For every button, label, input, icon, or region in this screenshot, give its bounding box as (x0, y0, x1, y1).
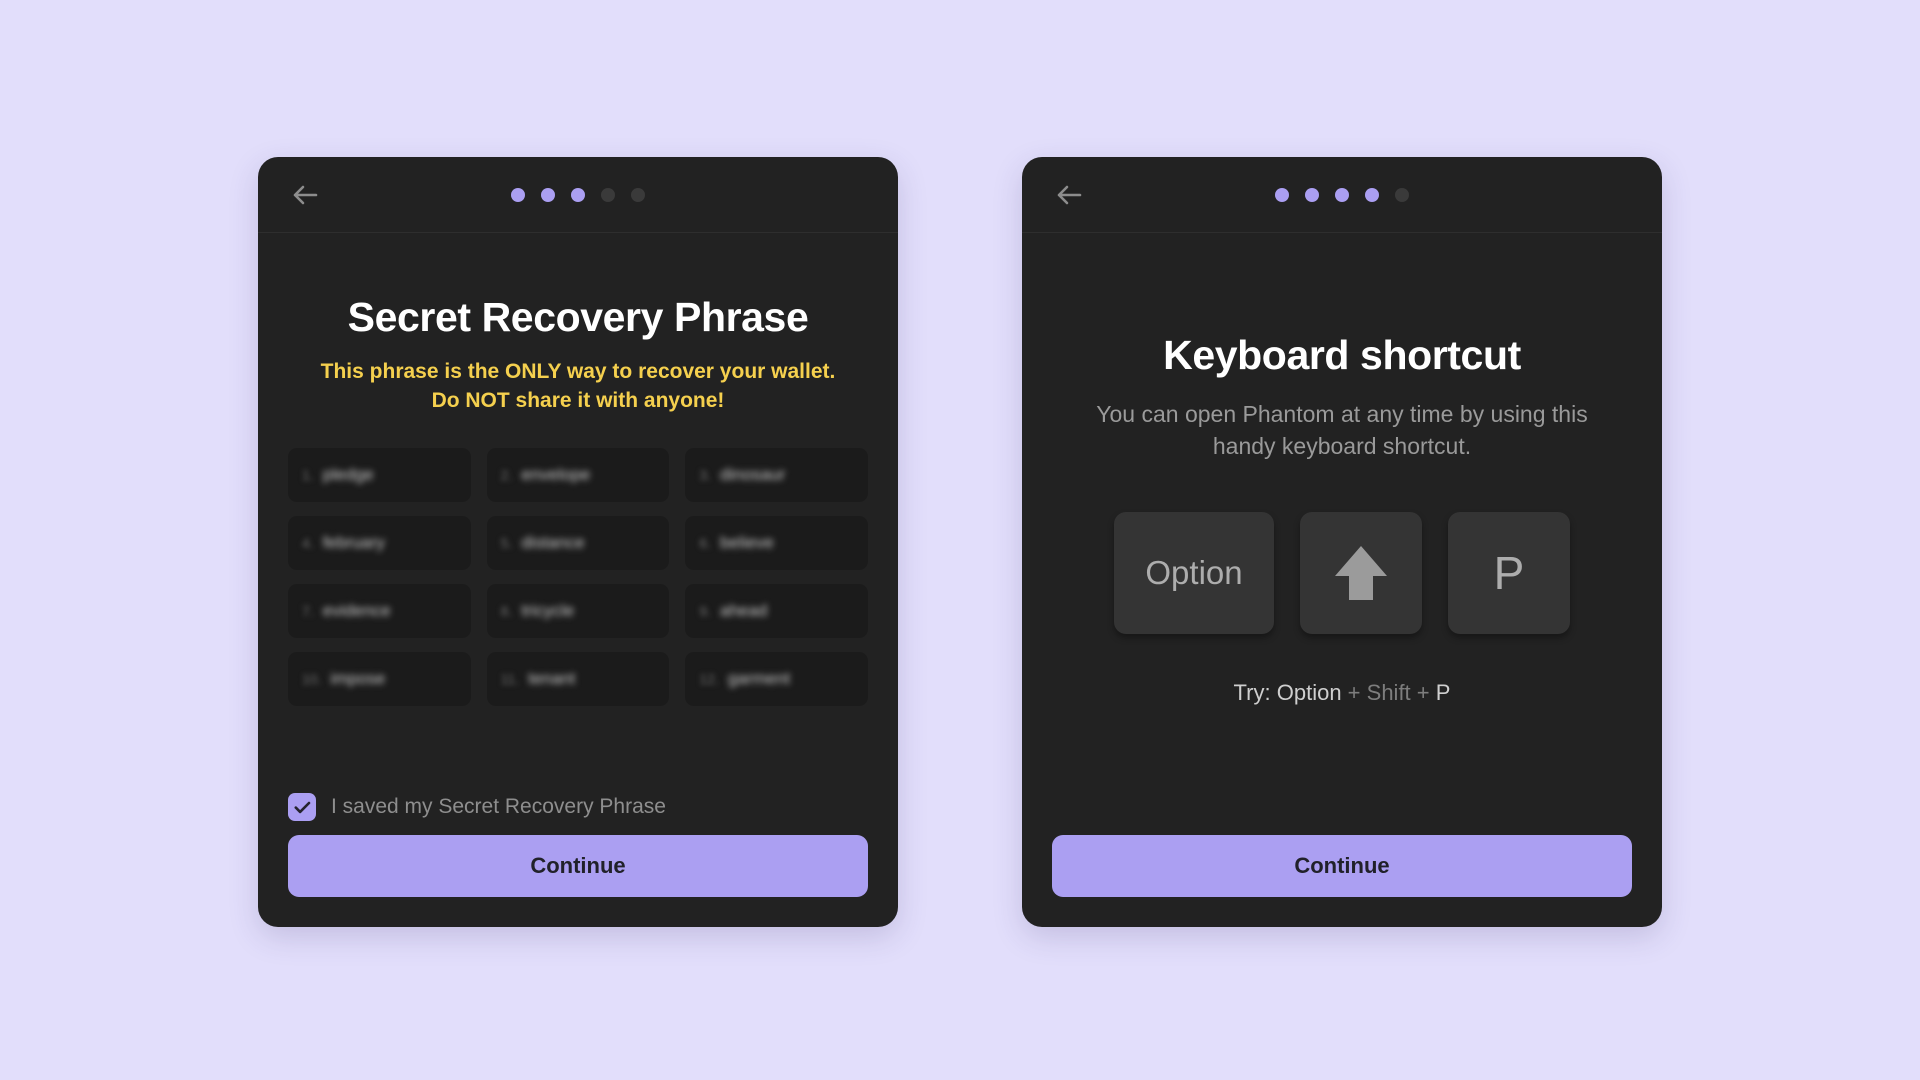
keyboard-shortcut-card: Keyboard shortcut You can open Phantom a… (1022, 157, 1662, 927)
seed-phrase-grid: 1. pledge 2. envelope 3. dinosaur 4. feb… (288, 448, 868, 707)
page-title-left: Secret Recovery Phrase (347, 294, 809, 340)
step-dot-4 (1365, 187, 1379, 202)
saved-phrase-checkbox[interactable] (288, 793, 316, 821)
seed-word-index: 3. (699, 467, 712, 484)
hint-key-1: Option (1276, 680, 1342, 706)
seed-word-item[interactable]: 10. impose (288, 652, 471, 707)
left-card-header (258, 157, 898, 233)
seed-word-item[interactable]: 5. distance (486, 516, 670, 571)
continue-button-left[interactable]: Continue (288, 835, 868, 897)
hint-key-3: P (1435, 680, 1451, 706)
step-dots-right (1022, 187, 1662, 202)
seed-word-index: 8. (500, 603, 513, 620)
seed-word-text: envelope (521, 465, 591, 485)
keycap-shift[interactable] (1300, 512, 1422, 635)
seed-word-text: ahead (720, 601, 768, 621)
seed-word-item[interactable]: 9. ahead (685, 584, 868, 639)
step-dot-4 (601, 187, 615, 202)
step-dot-3 (1335, 187, 1349, 202)
step-dot-2 (1305, 187, 1319, 202)
seed-word-index: 5. (500, 535, 513, 552)
seed-word-item[interactable]: 1. pledge (288, 448, 471, 503)
step-dot-2 (541, 187, 555, 202)
seed-word-text: believe (720, 533, 774, 553)
seed-word-index: 6. (699, 535, 712, 552)
seed-word-text: distance (521, 533, 585, 553)
page-title-right: Keyboard shortcut (1163, 332, 1521, 378)
saved-phrase-checkbox-label: I saved my Secret Recovery Phrase (331, 795, 666, 818)
step-dots-left (258, 187, 898, 202)
check-icon (294, 801, 311, 814)
seed-word-item[interactable]: 2. envelope (486, 448, 670, 503)
arrow-left-icon (1056, 184, 1082, 206)
seed-word-item[interactable]: 8. tricycle (486, 584, 670, 639)
seed-word-item[interactable]: 7. evidence (288, 584, 471, 639)
arrow-left-icon (292, 184, 318, 206)
seed-word-text: garment (727, 669, 791, 689)
seed-word-text: impose (330, 669, 386, 689)
seed-word-index: 4. (302, 535, 314, 552)
saved-phrase-checkbox-row[interactable]: I saved my Secret Recovery Phrase (288, 793, 868, 835)
seed-word-item[interactable]: 6. believe (685, 516, 868, 571)
hint-separator-2: + (1410, 680, 1436, 706)
step-dot-3 (571, 187, 585, 202)
right-card-spacer (1052, 706, 1632, 835)
seed-word-index: 2. (500, 467, 513, 484)
screenshot-stage: Secret Recovery Phrase This phrase is th… (0, 0, 1920, 1080)
keycap-p[interactable]: P (1448, 512, 1570, 635)
seed-word-index: 12. (699, 671, 719, 688)
seed-word-item[interactable]: 4. february (288, 516, 471, 571)
seed-word-text: evidence (322, 601, 391, 621)
step-dot-1 (511, 187, 525, 202)
continue-button-right[interactable]: Continue (1052, 835, 1632, 897)
seed-word-text: tenant (528, 669, 576, 689)
step-dot-1 (1275, 187, 1289, 202)
seed-word-text: february (322, 533, 386, 553)
back-button-right[interactable] (1052, 178, 1086, 212)
seed-word-index: 1. (302, 467, 314, 484)
shortcut-hint: Try: Option + Shift + P (1052, 680, 1632, 706)
left-card-body: Secret Recovery Phrase This phrase is th… (258, 233, 898, 835)
seed-word-item[interactable]: 3. dinosaur (685, 448, 868, 503)
seed-word-text: dinosaur (720, 465, 786, 485)
hint-key-2: Shift (1366, 680, 1411, 706)
seed-word-index: 11. (500, 671, 520, 688)
seed-word-index: 10. (302, 671, 322, 688)
keycap-option-label: Option (1145, 554, 1243, 592)
seed-word-text: pledge (322, 465, 374, 485)
seed-word-item[interactable]: 11. tenant (486, 652, 670, 707)
seed-word-index: 9. (699, 603, 712, 620)
step-dot-5 (631, 187, 645, 202)
hint-separator-1: + (1341, 680, 1367, 706)
right-card-body: Keyboard shortcut You can open Phantom a… (1022, 233, 1662, 835)
keycap-p-label: P (1493, 547, 1525, 600)
shift-arrow-up-icon (1332, 542, 1390, 604)
step-dot-5 (1395, 187, 1409, 202)
keycap-option[interactable]: Option (1114, 512, 1274, 635)
keycap-group: Option P (1052, 512, 1632, 635)
subtitle-text: You can open Phantom at any time by usin… (1096, 401, 1588, 460)
warning-text: This phrase is the ONLY way to recover y… (320, 360, 836, 413)
seed-word-text: tricycle (521, 601, 575, 621)
secret-recovery-phrase-card: Secret Recovery Phrase This phrase is th… (258, 157, 898, 927)
hint-prefix: Try: (1233, 680, 1277, 706)
right-card-header (1022, 157, 1662, 233)
seed-word-index: 7. (302, 603, 314, 620)
back-button-left[interactable] (288, 178, 322, 212)
seed-word-item[interactable]: 12. garment (685, 652, 868, 707)
